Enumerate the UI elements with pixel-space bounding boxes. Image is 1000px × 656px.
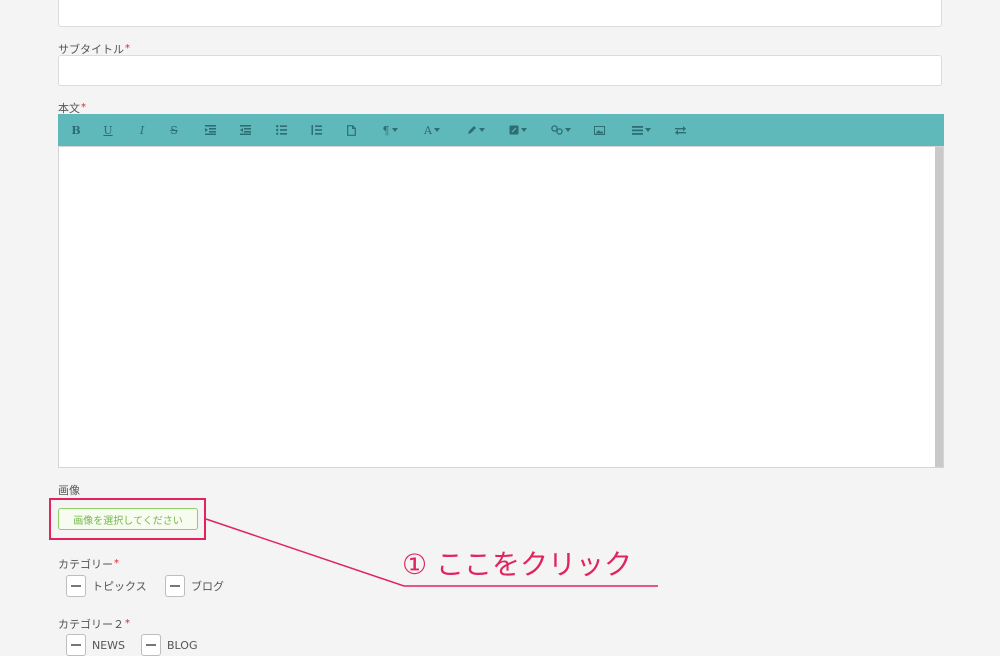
callout-text: ① ここをクリック <box>402 548 633 581</box>
